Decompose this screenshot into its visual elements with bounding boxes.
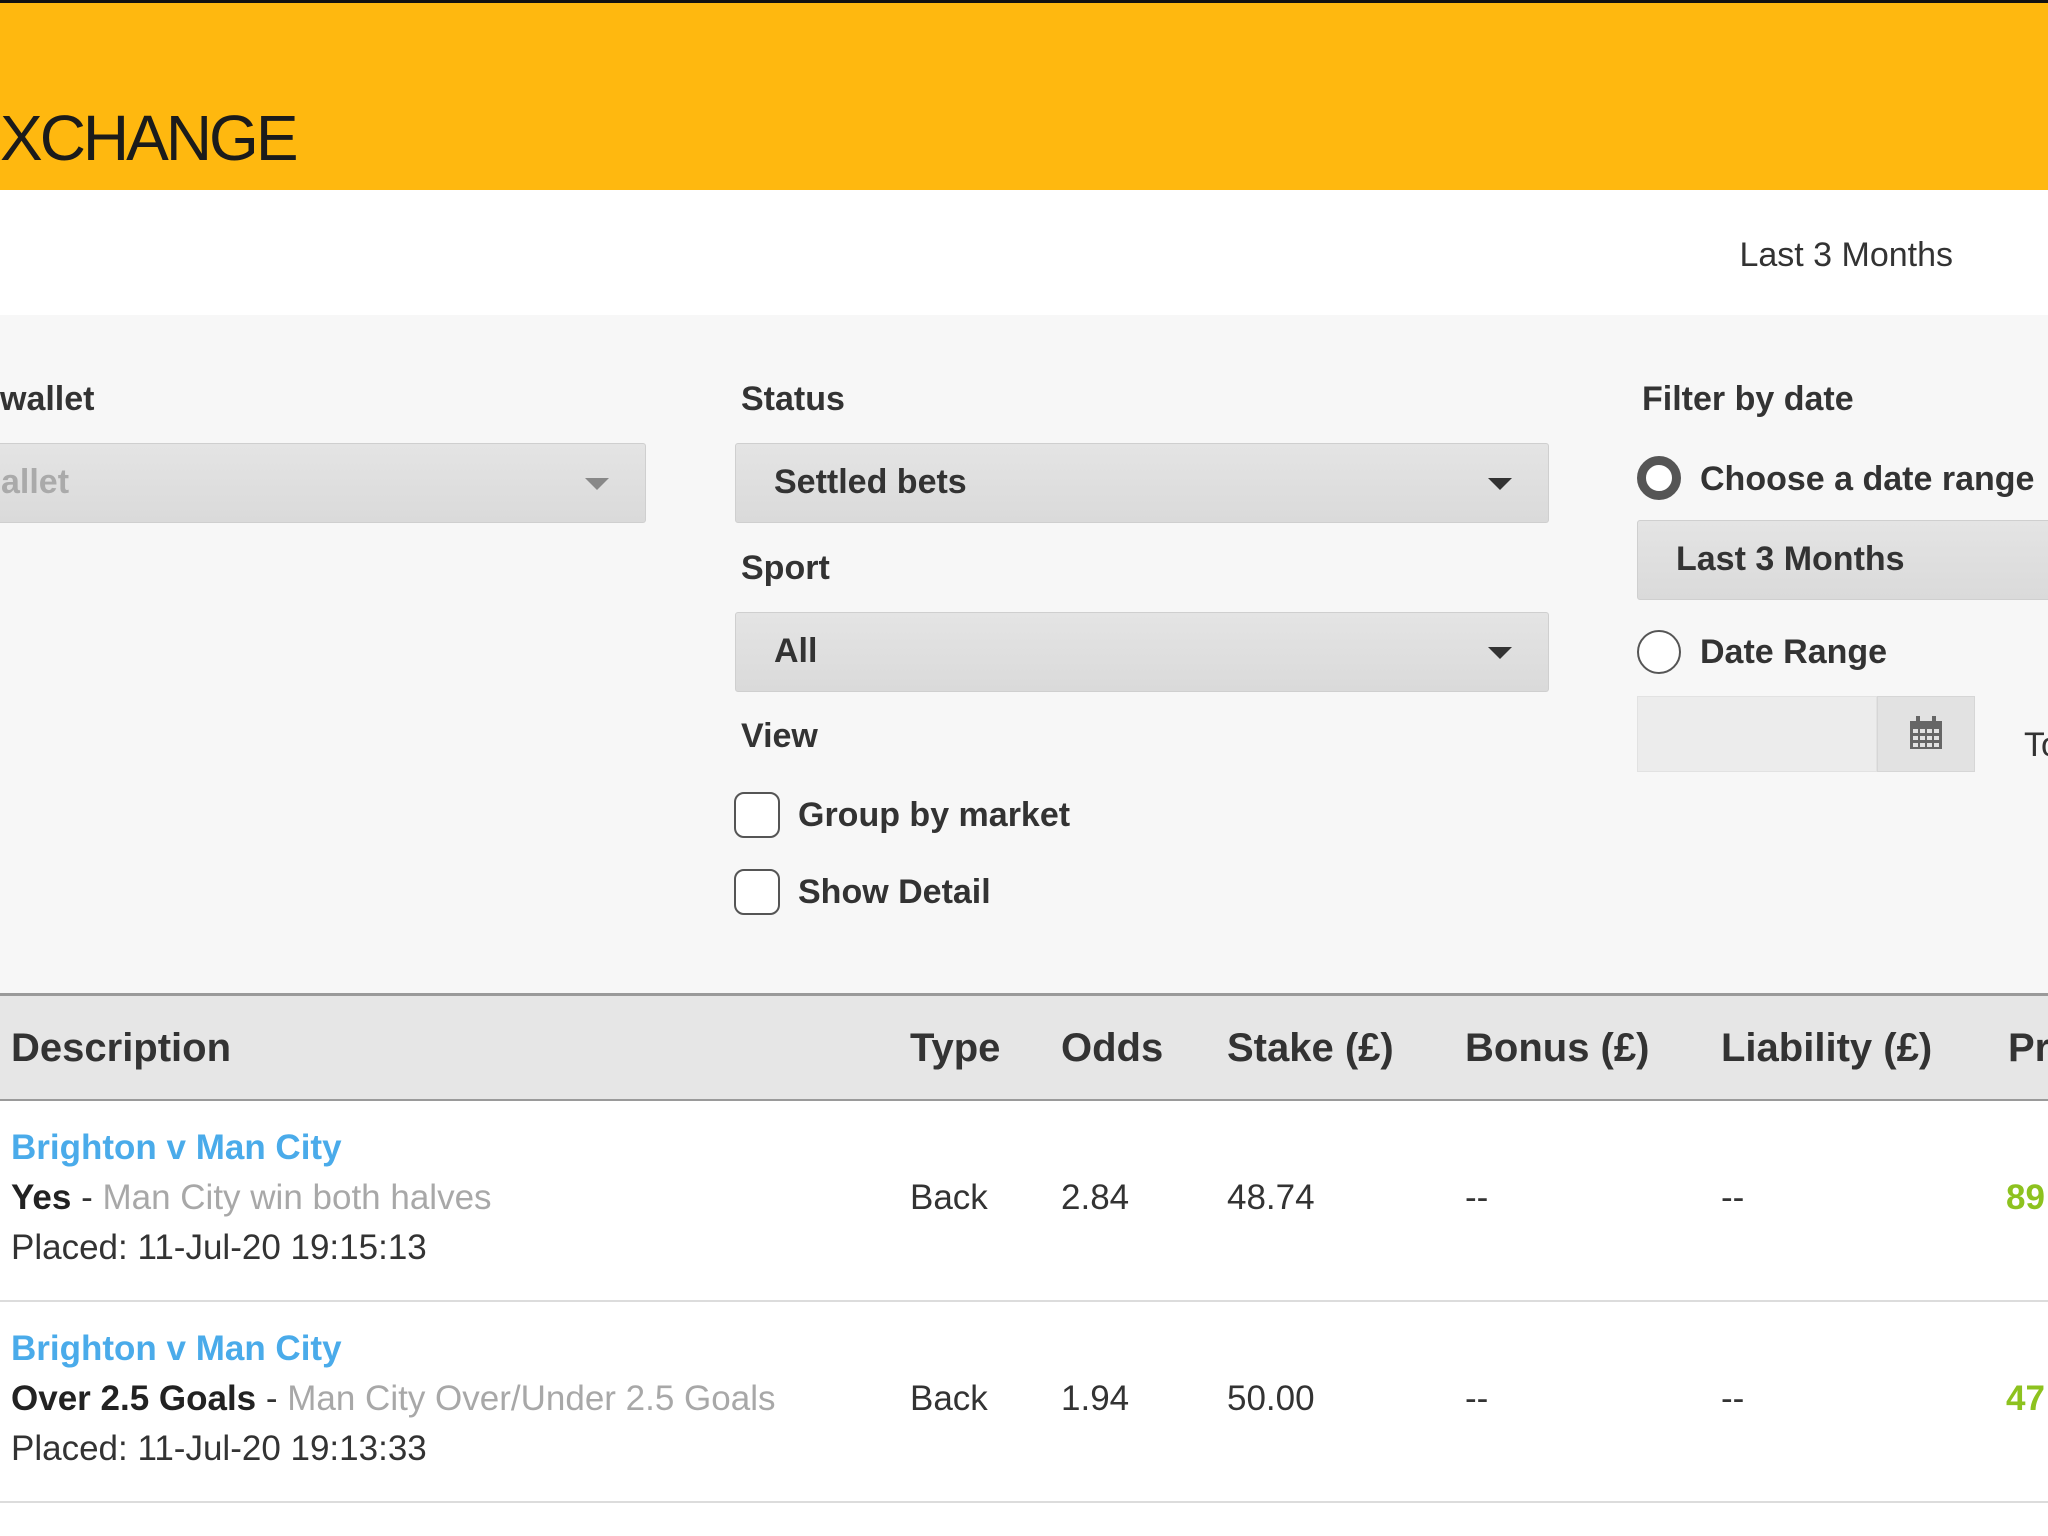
site-header: XCHANGE [0, 0, 2048, 190]
event-link[interactable]: Brighton v Man City [11, 1128, 342, 1168]
sport-select-value: All [774, 632, 818, 670]
date-range-label[interactable]: Date Range [1700, 633, 1887, 672]
market-name: Man City Over/Under 2.5 Goals [287, 1379, 776, 1418]
date-range-radio[interactable] [1637, 630, 1681, 674]
bet-type: Back [910, 1379, 988, 1418]
view-label: View [741, 717, 818, 755]
wallet-select-value: allet [1, 463, 70, 501]
date-range-select-value: Last 3 Months [1676, 540, 1905, 578]
calendar-icon [1910, 716, 1942, 749]
wallet-label: wallet [0, 380, 95, 418]
selection-name: Yes [11, 1178, 72, 1217]
col-type: Type [910, 1026, 1001, 1070]
chevron-down-icon [1488, 647, 1512, 659]
table-row: Brighton v Man City Over 2.5 Goals - Man… [0, 1302, 2048, 1503]
bet-profit: 47 [2006, 1379, 2045, 1418]
show-detail-label[interactable]: Show Detail [798, 873, 991, 912]
selection-line: Yes - Man City win both halves [11, 1178, 492, 1218]
choose-date-range-radio[interactable] [1637, 456, 1681, 500]
show-detail-checkbox[interactable] [734, 869, 780, 915]
date-range-select[interactable]: Last 3 Months [1637, 520, 2048, 600]
col-odds: Odds [1061, 1026, 1164, 1070]
placed-time: Placed: 11-Jul-20 19:13:33 [11, 1429, 427, 1468]
group-by-market-checkbox[interactable] [734, 792, 780, 838]
col-profit: Pr [2008, 1026, 2048, 1070]
market-name: Man City win both halves [102, 1178, 492, 1217]
selection-line: Over 2.5 Goals - Man City Over/Under 2.5… [11, 1379, 776, 1419]
bet-type: Back [910, 1178, 988, 1217]
calendar-button[interactable] [1877, 696, 1975, 772]
wallet-select[interactable]: allet [0, 443, 646, 523]
bets-table-header: Description Type Odds Stake (£) Bonus (£… [0, 993, 2048, 1101]
separator: - [71, 1178, 103, 1217]
status-label: Status [741, 380, 845, 418]
col-description: Description [11, 1026, 232, 1070]
bet-bonus: -- [1465, 1379, 1489, 1418]
bet-odds: 1.94 [1061, 1379, 1130, 1418]
bet-stake: 50.00 [1227, 1379, 1315, 1418]
chevron-down-icon [585, 478, 609, 490]
sport-select[interactable]: All [735, 612, 1549, 692]
placed-time: Placed: 11-Jul-20 19:15:13 [11, 1228, 427, 1267]
from-date-input[interactable] [1637, 696, 1877, 772]
separator: - [256, 1379, 288, 1418]
col-stake: Stake (£) [1227, 1026, 1394, 1070]
period-summary[interactable]: Last 3 Months [1739, 236, 1953, 275]
choose-date-range-label[interactable]: Choose a date range [1700, 460, 2034, 499]
brand-logo-text[interactable]: XCHANGE [0, 101, 298, 175]
selection-name: Over 2.5 Goals [11, 1379, 257, 1418]
chevron-down-icon [1488, 478, 1512, 490]
to-date-label: To [2024, 726, 2048, 764]
group-by-market-label[interactable]: Group by market [798, 796, 1070, 835]
status-select-value: Settled bets [774, 463, 967, 501]
bet-bonus: -- [1465, 1178, 1489, 1217]
filter-by-date-label: Filter by date [1642, 380, 1854, 418]
bet-stake: 48.74 [1227, 1178, 1315, 1217]
event-link[interactable]: Brighton v Man City [11, 1329, 342, 1369]
bet-profit: 89 [2006, 1178, 2045, 1217]
sport-label: Sport [741, 549, 830, 587]
status-select[interactable]: Settled bets [735, 443, 1549, 523]
bet-odds: 2.84 [1061, 1178, 1130, 1217]
col-bonus: Bonus (£) [1465, 1026, 1650, 1070]
table-row: Brighton v Man City Yes - Man City win b… [0, 1101, 2048, 1302]
col-liability: Liability (£) [1721, 1026, 1933, 1070]
bet-liability: -- [1721, 1178, 1745, 1217]
period-bar: Last 3 Months [0, 190, 2035, 315]
bet-liability: -- [1721, 1379, 1745, 1418]
